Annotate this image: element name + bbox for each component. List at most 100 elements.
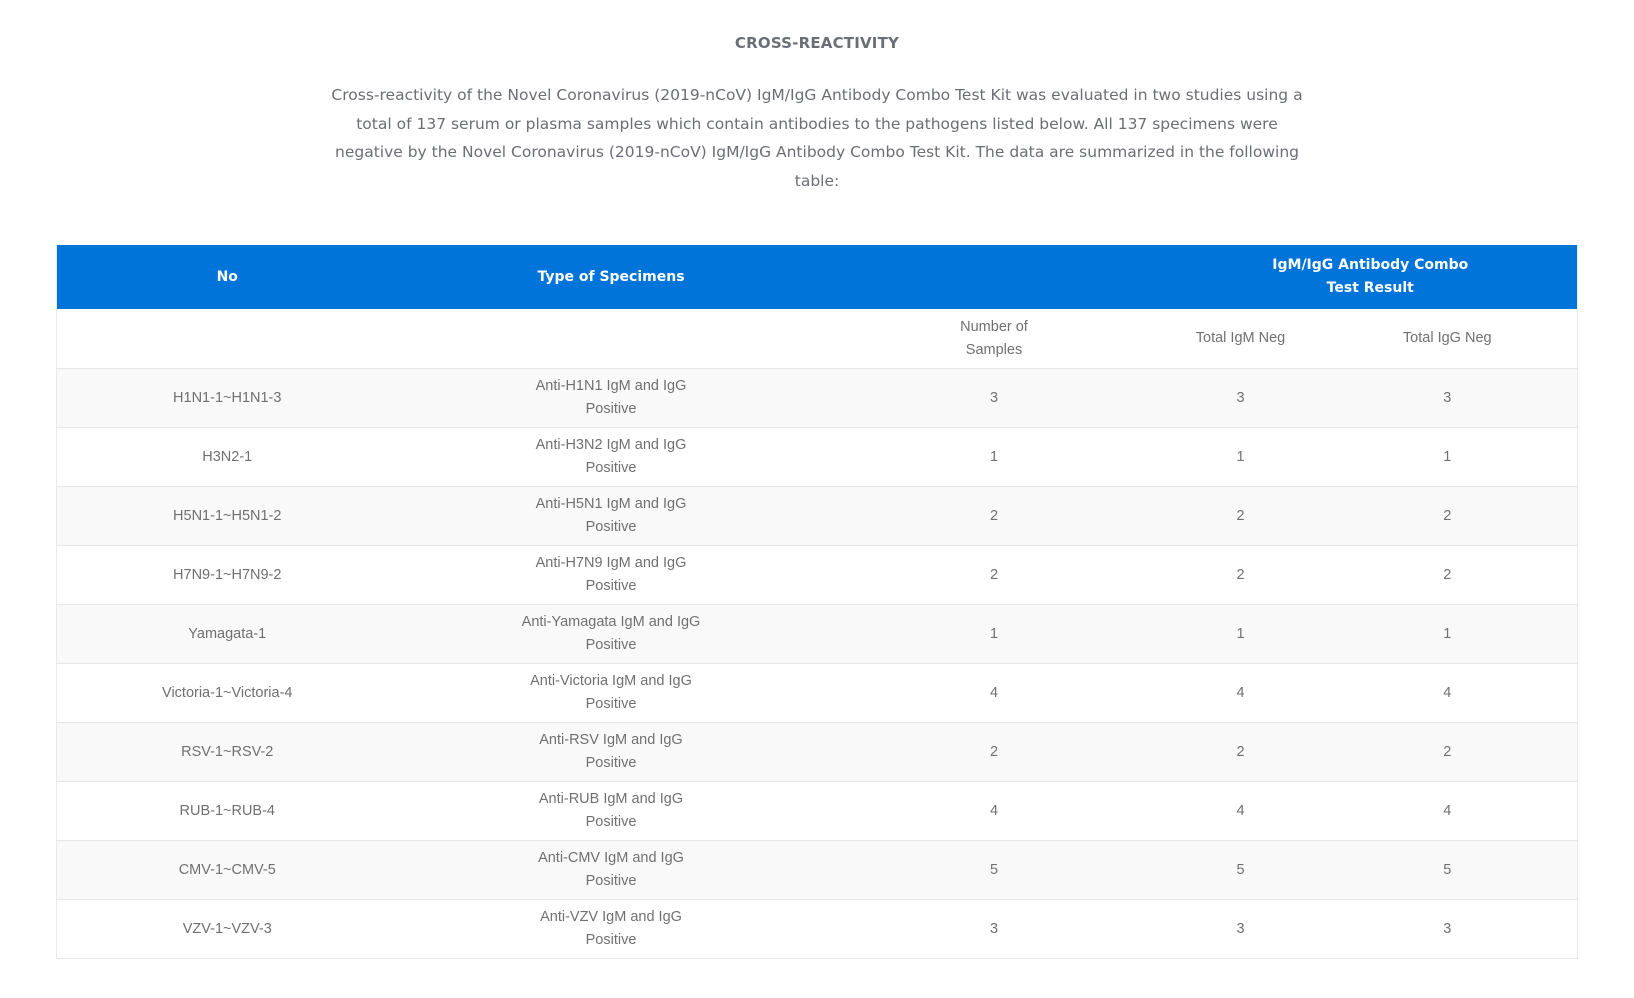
cell-no: H1N1-1~H1N1-3 bbox=[56, 368, 398, 428]
header-test-result: IgM/IgG Antibody Combo Test Result bbox=[1163, 245, 1578, 309]
cell-type-of-specimens: Anti-Yamagata IgM and IgG Positive bbox=[397, 604, 825, 664]
cell-total-igg-neg: 2 bbox=[1317, 545, 1578, 605]
cell-number-of-samples: 1 bbox=[824, 427, 1164, 487]
cell-number-of-samples: 2 bbox=[824, 722, 1164, 782]
cell-type-of-specimens: Anti-CMV IgM and IgG Positive bbox=[397, 840, 825, 900]
table-row: Victoria-1~Victoria-4 Anti-Victoria IgM … bbox=[56, 663, 1578, 723]
cell-type-of-specimens: Anti-RUB IgM and IgG Positive bbox=[397, 781, 825, 841]
cell-type-line1: Anti-H5N1 IgM and IgG bbox=[535, 496, 687, 512]
table-header-row: No Type of Specimens IgM/IgG Antibody Co… bbox=[56, 245, 1578, 309]
cell-total-igg-neg: 3 bbox=[1317, 899, 1578, 959]
cell-total-igm-neg: 4 bbox=[1163, 663, 1318, 723]
cell-total-igm-neg: 2 bbox=[1163, 722, 1318, 782]
subheader-number-of-samples: Number of Samples bbox=[824, 309, 1164, 369]
subheader-total-igg-neg: Total IgG Neg bbox=[1317, 309, 1578, 369]
cell-type-of-specimens: Anti-H5N1 IgM and IgG Positive bbox=[397, 486, 825, 546]
cell-number-of-samples: 5 bbox=[824, 840, 1164, 900]
table-row: H3N2-1 Anti-H3N2 IgM and IgG Positive 1 1… bbox=[56, 427, 1578, 487]
cell-total-igg-neg: 2 bbox=[1317, 486, 1578, 546]
cell-type-line2: Positive bbox=[585, 873, 637, 889]
cell-no: Yamagata-1 bbox=[56, 604, 398, 664]
cell-no: RUB-1~RUB-4 bbox=[56, 781, 398, 841]
cell-no: RSV-1~RSV-2 bbox=[56, 722, 398, 782]
cell-type-line2: Positive bbox=[585, 696, 637, 712]
table-row: H5N1-1~H5N1-2 Anti-H5N1 IgM and IgG Posit… bbox=[56, 486, 1578, 546]
table-head: No Type of Specimens IgM/IgG Antibody Co… bbox=[56, 245, 1578, 369]
cell-type-of-specimens: Anti-H3N2 IgM and IgG Positive bbox=[397, 427, 825, 487]
cell-type-line2: Positive bbox=[585, 932, 637, 948]
cell-total-igg-neg: 4 bbox=[1317, 663, 1578, 723]
table-row: RUB-1~RUB-4 Anti-RUB IgM and IgG Positive… bbox=[56, 781, 1578, 841]
header-test-result-line1: IgM/IgG Antibody Combo bbox=[1272, 257, 1469, 273]
header-no: No bbox=[56, 245, 398, 309]
cell-total-igm-neg: 1 bbox=[1163, 427, 1318, 487]
cell-total-igg-neg: 5 bbox=[1317, 840, 1578, 900]
cell-type-line1: Anti-VZV IgM and IgG bbox=[540, 909, 682, 925]
section-title: CROSS-REACTIVITY bbox=[734, 34, 900, 52]
cell-type-line2: Positive bbox=[585, 460, 637, 476]
subheader-blank-no bbox=[56, 309, 398, 369]
page: CROSS-REACTIVITY Cross-reactivity of the… bbox=[0, 0, 1634, 998]
cell-number-of-samples: 2 bbox=[824, 545, 1164, 605]
cross-reactivity-table-wrapper: No Type of Specimens IgM/IgG Antibody Co… bbox=[56, 245, 1579, 959]
table-subheader-row: Number of Samples Total IgM Neg Total Ig… bbox=[56, 309, 1578, 369]
cell-no: CMV-1~CMV-5 bbox=[56, 840, 398, 900]
cell-total-igg-neg: 1 bbox=[1317, 604, 1578, 664]
cell-total-igg-neg: 3 bbox=[1317, 368, 1578, 428]
table-row: Yamagata-1 Anti-Yamagata IgM and IgG Posi… bbox=[56, 604, 1578, 664]
table-row: H7N9-1~H7N9-2 Anti-H7N9 IgM and IgG Posit… bbox=[56, 545, 1578, 605]
cell-type-line1: Anti-H3N2 IgM and IgG bbox=[535, 437, 687, 453]
cell-type-line2: Positive bbox=[585, 814, 637, 830]
header-test-result-line2: Test Result bbox=[1326, 280, 1414, 296]
subheader-total-igm-neg: Total IgM Neg bbox=[1163, 309, 1318, 369]
cell-type-line1: Anti-Yamagata IgM and IgG bbox=[521, 614, 701, 630]
cell-no: H7N9-1~H7N9-2 bbox=[56, 545, 398, 605]
cell-type-line2: Positive bbox=[585, 755, 637, 771]
cross-reactivity-table: No Type of Specimens IgM/IgG Antibody Co… bbox=[56, 245, 1579, 959]
cell-total-igg-neg: 1 bbox=[1317, 427, 1578, 487]
subheader-blank-type bbox=[397, 309, 825, 369]
subheader-samples-line1: Number of bbox=[960, 318, 1028, 335]
intro-paragraph: Cross-reactivity of the Novel Coronaviru… bbox=[331, 86, 1303, 190]
cell-total-igm-neg: 4 bbox=[1163, 781, 1318, 841]
cell-no: H5N1-1~H5N1-2 bbox=[56, 486, 398, 546]
cell-total-igm-neg: 2 bbox=[1163, 486, 1318, 546]
cell-type-line1: Anti-RUB IgM and IgG bbox=[538, 791, 684, 807]
cell-total-igm-neg: 1 bbox=[1163, 604, 1318, 664]
cell-no: H3N2-1 bbox=[56, 427, 398, 487]
cell-type-line2: Positive bbox=[585, 401, 637, 417]
cell-total-igg-neg: 4 bbox=[1317, 781, 1578, 841]
cell-number-of-samples: 4 bbox=[824, 781, 1164, 841]
cell-total-igg-neg: 2 bbox=[1317, 722, 1578, 782]
subheader-samples-line2: Samples bbox=[965, 341, 1023, 358]
cell-number-of-samples: 3 bbox=[824, 899, 1164, 959]
cell-number-of-samples: 4 bbox=[824, 663, 1164, 723]
table-body: H1N1-1~H1N1-3 Anti-H1N1 IgM and IgG Posit… bbox=[56, 368, 1578, 959]
cell-type-line2: Positive bbox=[585, 637, 637, 653]
header-blank bbox=[824, 245, 1164, 309]
cell-type-line1: Anti-RSV IgM and IgG bbox=[539, 732, 683, 748]
cell-no: Victoria-1~Victoria-4 bbox=[56, 663, 398, 723]
cell-type-of-specimens: Anti-H7N9 IgM and IgG Positive bbox=[397, 545, 825, 605]
cell-type-line1: Anti-H7N9 IgM and IgG bbox=[535, 555, 687, 571]
cell-type-of-specimens: Anti-Victoria IgM and IgG Positive bbox=[397, 663, 825, 723]
cell-type-of-specimens: Anti-H1N1 IgM and IgG Positive bbox=[397, 368, 825, 428]
cell-type-line2: Positive bbox=[585, 519, 637, 535]
cell-total-igm-neg: 3 bbox=[1163, 368, 1318, 428]
cell-type-line2: Positive bbox=[585, 578, 637, 594]
cell-total-igm-neg: 3 bbox=[1163, 899, 1318, 959]
cell-no: VZV-1~VZV-3 bbox=[56, 899, 398, 959]
table-row: H1N1-1~H1N1-3 Anti-H1N1 IgM and IgG Posit… bbox=[56, 368, 1578, 428]
cell-total-igm-neg: 5 bbox=[1163, 840, 1318, 900]
cell-type-line1: Anti-Victoria IgM and IgG bbox=[530, 673, 692, 689]
cell-type-of-specimens: Anti-RSV IgM and IgG Positive bbox=[397, 722, 825, 782]
cell-type-line1: Anti-CMV IgM and IgG bbox=[538, 850, 684, 866]
table-row: CMV-1~CMV-5 Anti-CMV IgM and IgG Positive… bbox=[56, 840, 1578, 900]
table-row: VZV-1~VZV-3 Anti-VZV IgM and IgG Positive… bbox=[56, 899, 1578, 959]
cell-total-igm-neg: 2 bbox=[1163, 545, 1318, 605]
cell-type-of-specimens: Anti-VZV IgM and IgG Positive bbox=[397, 899, 825, 959]
cell-number-of-samples: 1 bbox=[824, 604, 1164, 664]
cell-number-of-samples: 2 bbox=[824, 486, 1164, 546]
header-type-of-specimens: Type of Specimens bbox=[397, 245, 825, 309]
table-row: RSV-1~RSV-2 Anti-RSV IgM and IgG Positive… bbox=[56, 722, 1578, 782]
